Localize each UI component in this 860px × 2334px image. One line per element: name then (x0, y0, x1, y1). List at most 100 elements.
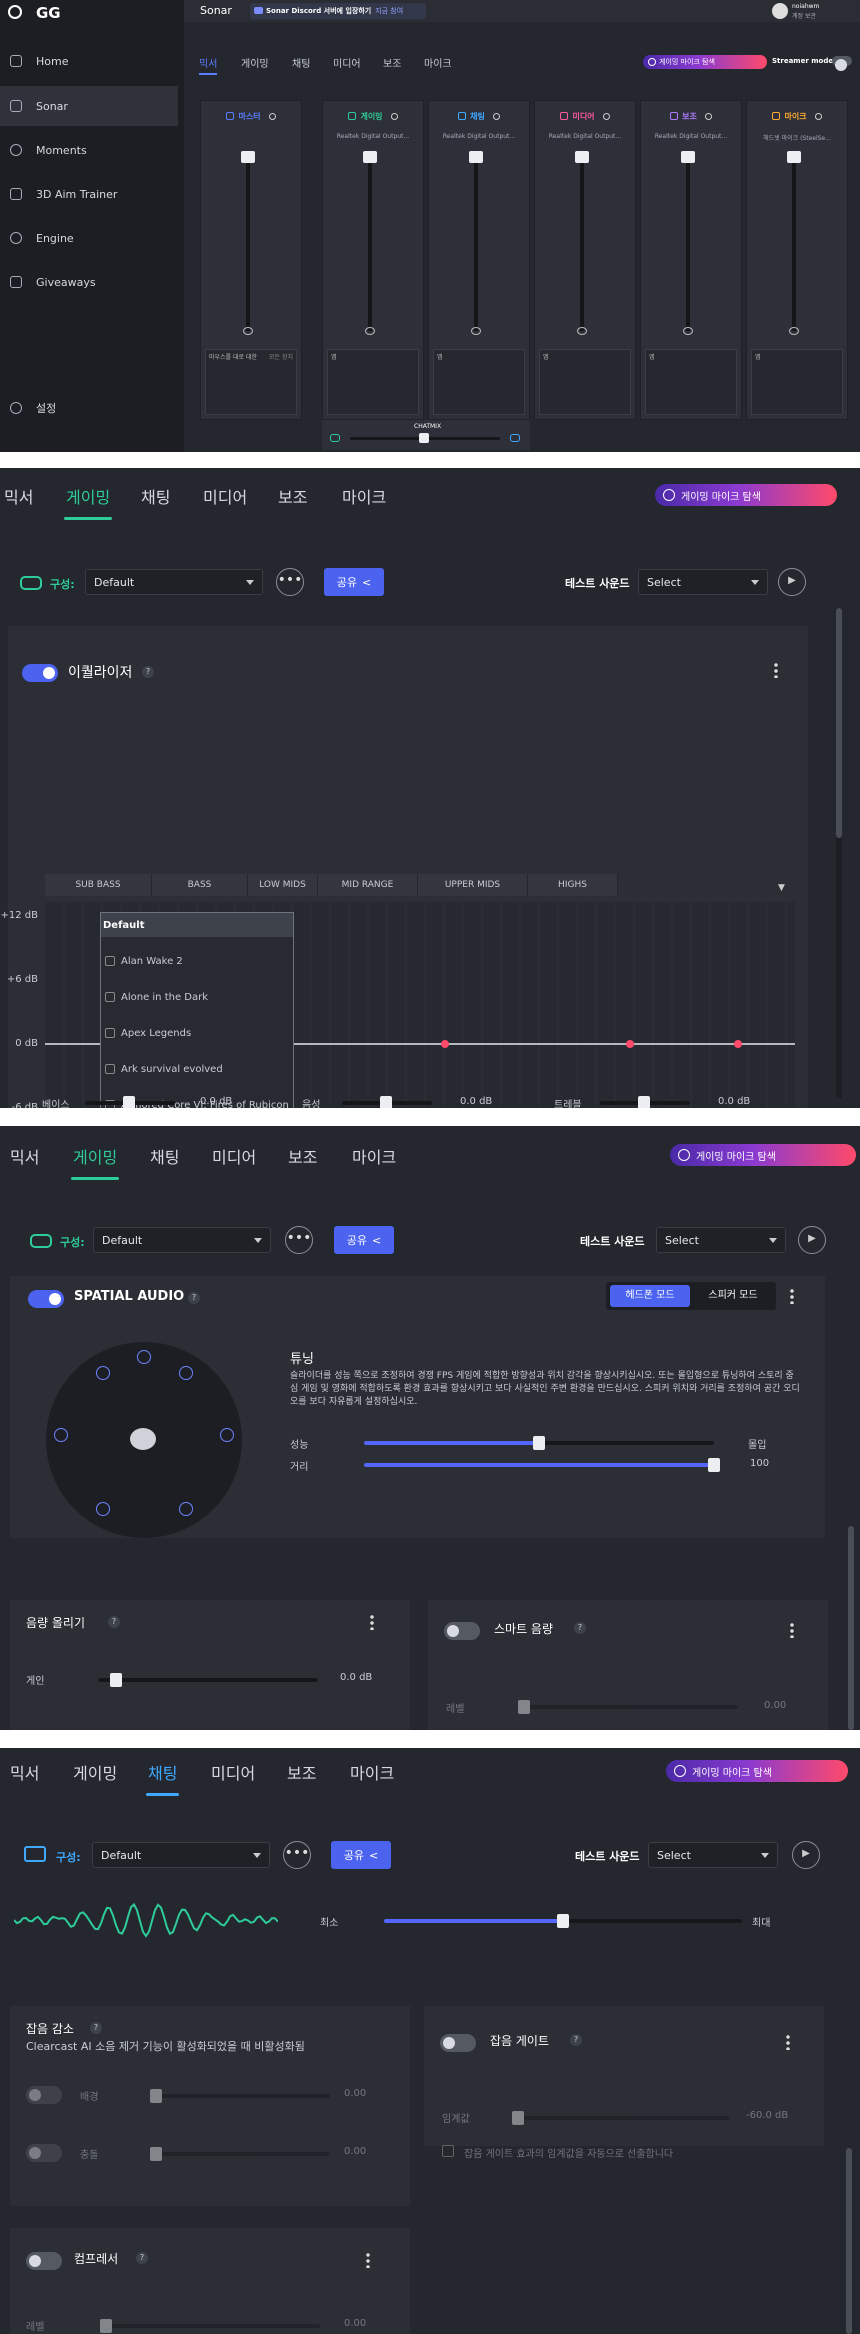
sidebar-item-moments[interactable]: Moments (0, 130, 178, 170)
tab-gaming[interactable]: 게이밍 (70, 1144, 120, 1180)
tab-aux[interactable]: 보조 (288, 1144, 317, 1168)
test-sound-select[interactable]: Select (638, 569, 768, 595)
scrollbar-thumb[interactable] (846, 2148, 852, 2334)
tab-chat[interactable]: 채팅 (292, 55, 310, 70)
more-options-button[interactable]: ••• (276, 568, 304, 596)
gear-icon[interactable] (704, 112, 712, 120)
sidebar-item-aim-trainer[interactable]: 3D Aim Trainer (0, 174, 178, 214)
share-button[interactable]: 공유 < (331, 1841, 391, 1869)
speaker-point-1[interactable] (96, 1366, 110, 1380)
eq-menu-button[interactable] (774, 662, 778, 678)
speaker-point-4[interactable] (220, 1428, 234, 1442)
auto-threshold-checkbox[interactable] (442, 2145, 454, 2157)
volume-slider[interactable] (575, 151, 589, 335)
background-knob[interactable] (150, 2089, 162, 2103)
sidebar-item-home[interactable]: Home (0, 41, 178, 81)
treble-knob[interactable] (638, 1096, 650, 1108)
sidebar-item-sonar[interactable]: Sonar (0, 86, 178, 126)
level-knob[interactable] (518, 1700, 530, 1714)
gear-icon[interactable] (814, 112, 822, 120)
streamer-mode-toggle[interactable] (832, 56, 852, 71)
explore-mic-pill[interactable]: 게이밍 마이크 탐색 (670, 1144, 856, 1166)
help-icon[interactable]: ? (108, 1616, 120, 1628)
help-icon[interactable]: ? (90, 2022, 102, 2034)
volume-slider[interactable] (787, 151, 801, 335)
speaker-layout[interactable] (46, 1342, 242, 1538)
volume-knob[interactable] (469, 151, 483, 163)
more-options-button[interactable]: ••• (285, 1226, 313, 1254)
volume-slider[interactable] (469, 151, 483, 335)
threshold-knob[interactable] (512, 2111, 524, 2125)
noise-gate-menu-button[interactable] (786, 2034, 790, 2050)
band-4[interactable]: UPPER MIDS (418, 874, 528, 896)
preset-option[interactable]: Default (101, 913, 293, 937)
tab-mixer[interactable]: 믹서 (199, 55, 218, 75)
noise-gate-toggle[interactable] (440, 2034, 476, 2052)
comp-level-slider[interactable] (100, 2319, 320, 2333)
eq-toggle[interactable] (22, 664, 58, 682)
gear-icon[interactable] (492, 112, 500, 120)
scrollbar-thumb[interactable] (836, 608, 842, 838)
gain-slider[interactable] (98, 1673, 318, 1687)
discord-join-link[interactable]: 지금 참여 (375, 6, 403, 16)
speaker-icon[interactable] (471, 327, 481, 335)
tab-aux[interactable]: 보조 (287, 1760, 316, 1784)
preset-option[interactable]: Ark survival evolved (101, 1051, 293, 1087)
discord-banner[interactable]: Sonar Discord 서버에 입장하기 지금 참여 (250, 3, 426, 19)
gear-icon[interactable] (390, 112, 398, 120)
play-button[interactable]: ▶ (798, 1226, 826, 1254)
tab-mic[interactable]: 마이크 (352, 1144, 396, 1168)
gear-icon[interactable] (268, 112, 276, 120)
config-select[interactable]: Default (93, 1227, 271, 1253)
preset-option[interactable]: Apex Legends (101, 1015, 293, 1051)
spatial-menu-button[interactable] (790, 1288, 794, 1304)
config-select[interactable]: Default (85, 569, 263, 595)
help-icon[interactable]: ? (570, 2034, 582, 2046)
compressor-menu-button[interactable] (366, 2252, 370, 2268)
speaker-icon[interactable] (789, 327, 799, 335)
speaker-icon[interactable] (683, 327, 693, 335)
chat-level-slider[interactable] (384, 1914, 742, 1928)
performance-knob[interactable] (533, 1436, 545, 1450)
tab-mic[interactable]: 마이크 (350, 1760, 394, 1784)
tab-media[interactable]: 미디어 (203, 484, 247, 508)
tab-gaming[interactable]: 게이밍 (63, 484, 113, 520)
speaker-point-6[interactable] (179, 1502, 193, 1516)
device-select[interactable]: Realtek Digital Output... (641, 133, 741, 140)
explore-mic-pill[interactable]: 게이밍 마이크 탐색 (655, 484, 837, 506)
scrollbar[interactable] (836, 608, 842, 1098)
preset-option[interactable]: Alone in the Dark (101, 979, 293, 1015)
device-select[interactable]: Realtek Digital Output... (429, 133, 529, 140)
volume-slider[interactable] (363, 151, 377, 335)
volume-slider[interactable] (681, 151, 695, 335)
explore-mic-pill[interactable]: 게이밍 마이크 탐색 (643, 55, 767, 69)
scrollbar-thumb[interactable] (848, 1526, 854, 1730)
tab-chat[interactable]: 채팅 (145, 1760, 180, 1796)
bass-knob[interactable] (123, 1096, 135, 1108)
volume-boost-menu-button[interactable] (370, 1614, 374, 1630)
sidebar-item-giveaways[interactable]: Giveaways (0, 262, 178, 302)
explore-mic-pill[interactable]: 게이밍 마이크 탐색 (666, 1760, 848, 1782)
volume-knob[interactable] (787, 151, 801, 163)
comp-level-knob[interactable] (100, 2319, 112, 2333)
speaker-mode-button[interactable]: 스피커 모드 (694, 1285, 772, 1307)
band-5[interactable]: HIGHS (528, 874, 618, 896)
device-select[interactable]: 헤드셋 마이크 (SteelSe... (747, 133, 847, 142)
device-select[interactable]: Realtek Digital Output... (323, 133, 423, 140)
help-icon[interactable]: ? (188, 1292, 200, 1304)
gain-knob[interactable] (110, 1673, 122, 1687)
band-0[interactable]: SUB BASS (45, 874, 152, 896)
help-icon[interactable]: ? (136, 2252, 148, 2264)
avatar[interactable] (772, 3, 788, 19)
bass-slider[interactable] (85, 1096, 175, 1108)
distance-slider[interactable] (364, 1458, 720, 1472)
spatial-toggle[interactable] (28, 1290, 64, 1308)
help-icon[interactable]: ? (142, 666, 154, 678)
share-button[interactable]: 공유 < (324, 568, 384, 596)
distance-knob[interactable] (708, 1458, 720, 1472)
tab-mixer[interactable]: 믹서 (10, 1144, 39, 1168)
config-select[interactable]: Default (92, 1842, 270, 1868)
play-button[interactable]: ▶ (792, 1841, 820, 1869)
band-dropdown-icon[interactable]: ▼ (778, 883, 785, 893)
tab-mixer[interactable]: 믹서 (4, 484, 33, 508)
